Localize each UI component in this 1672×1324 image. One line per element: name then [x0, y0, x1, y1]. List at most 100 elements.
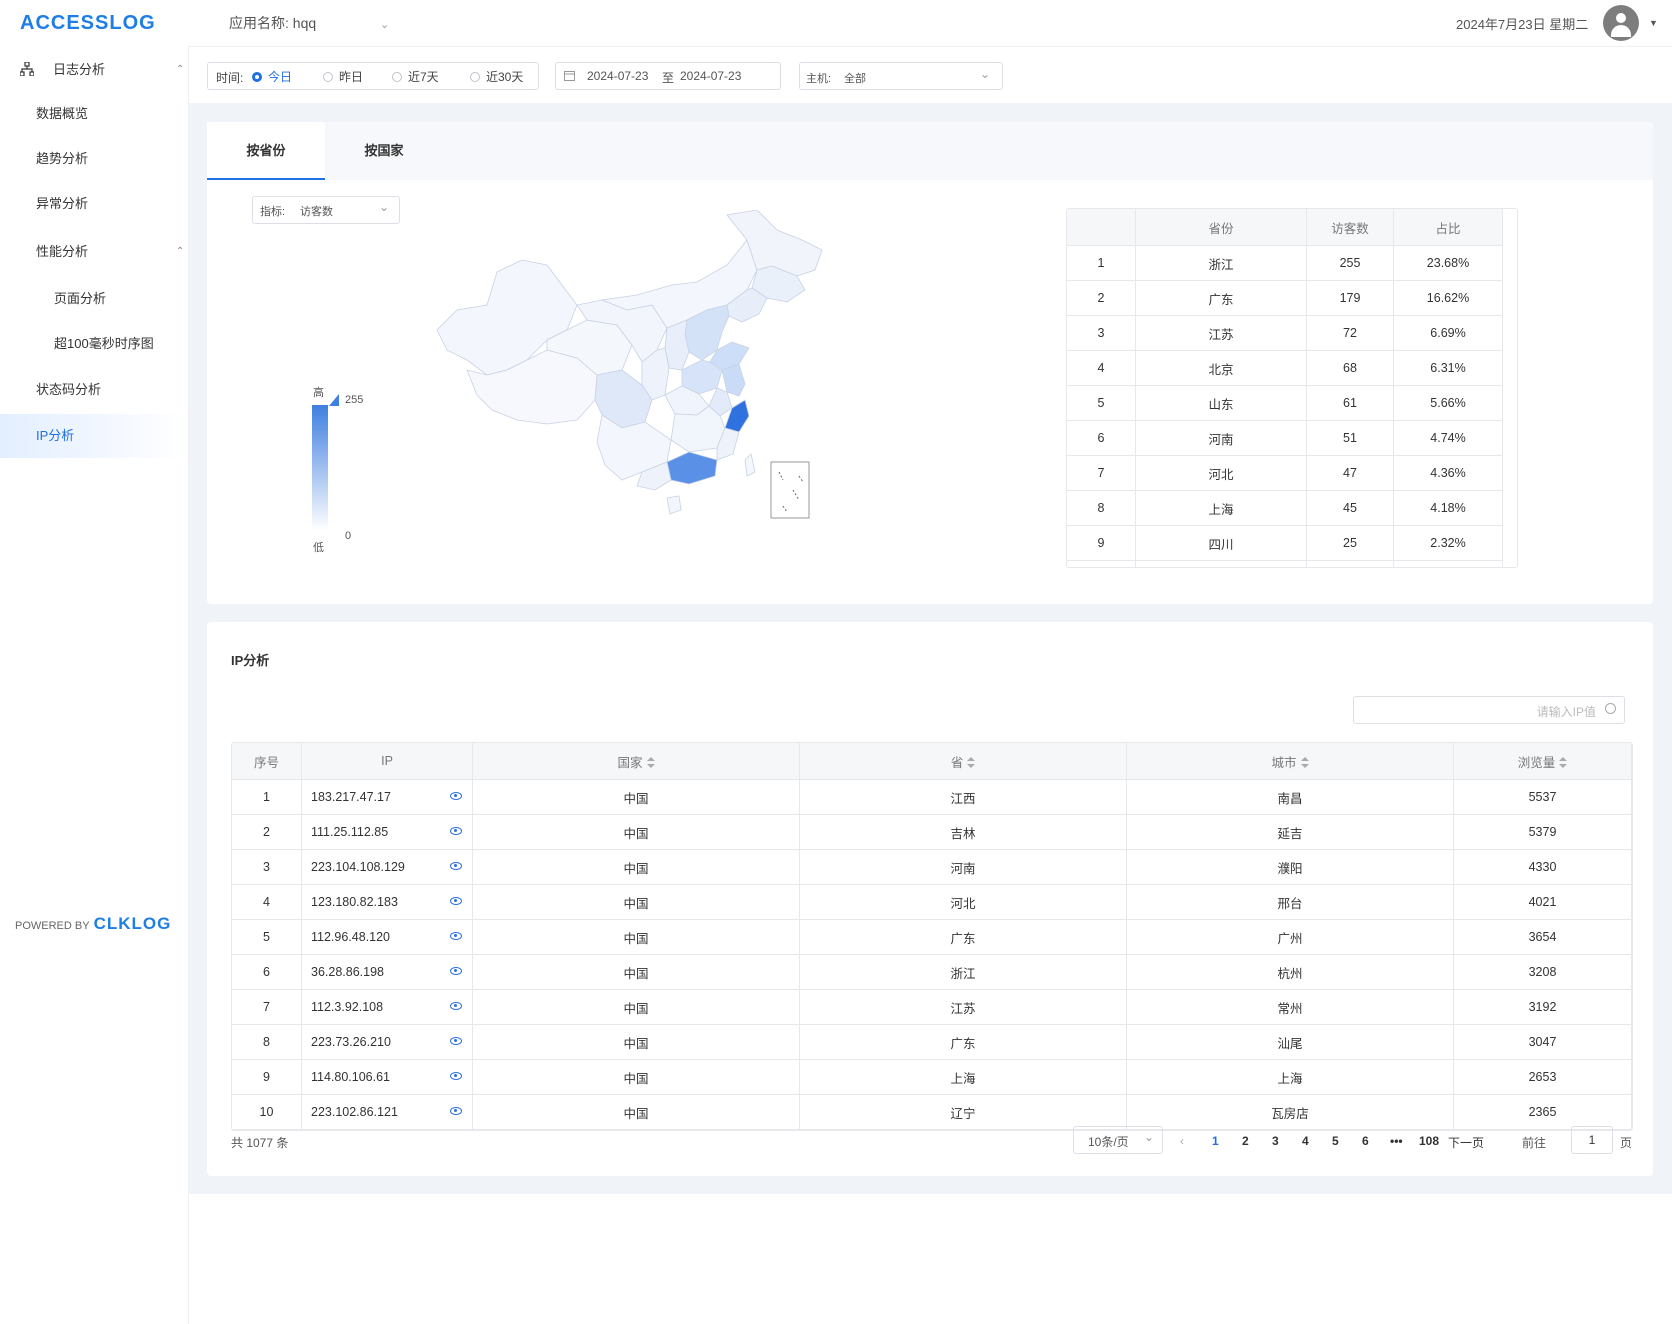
sidebar-group-label: 日志分析 — [53, 62, 106, 77]
app-selector[interactable]: 应用名称: hqq ⌄ — [229, 13, 389, 33]
table-row[interactable]: 9 114.80.106.61 中国 上海 上海 2653 — [232, 1059, 1632, 1095]
tab-by-country[interactable]: 按国家 — [325, 122, 443, 180]
table-row: 4 北京 68 6.31% — [1067, 350, 1503, 386]
china-map[interactable] — [427, 210, 847, 538]
legend-low-label: 低 — [313, 542, 324, 554]
visitors-cell: 51 — [1306, 420, 1394, 456]
radio-yesterday[interactable]: 昨日 — [323, 68, 363, 85]
sidebar-item-page-analysis[interactable]: 页面分析 — [0, 277, 188, 321]
sidebar-item-anomaly[interactable]: 异常分析 — [0, 182, 188, 226]
eye-icon[interactable] — [450, 897, 462, 905]
ip-search-input[interactable]: 请输入IP值 — [1353, 696, 1625, 724]
caret-down-icon[interactable]: ▼ — [1649, 18, 1658, 28]
page-3[interactable]: 3 — [1272, 1134, 1279, 1148]
host-label: 主机: — [806, 73, 832, 85]
date-separator: 至 — [662, 71, 675, 85]
page-ellipsis[interactable]: ••• — [1390, 1134, 1403, 1148]
clklog-logo[interactable]: CLKLOG — [94, 914, 172, 933]
ip-cell: 223.104.108.129 — [301, 849, 473, 885]
sort-icon[interactable] — [967, 757, 976, 769]
table-row[interactable]: 4 123.180.82.183 中国 河北 邢台 4021 — [232, 884, 1632, 920]
goto-page-input[interactable]: 1 — [1571, 1126, 1613, 1154]
legend-handle-high[interactable] — [329, 394, 339, 406]
province-cell: 广东 — [1135, 280, 1307, 316]
table-row[interactable]: 1 183.217.47.17 中国 江西 南昌 5537 — [232, 779, 1632, 815]
page-108[interactable]: 108 — [1419, 1134, 1439, 1148]
eye-icon[interactable] — [450, 827, 462, 835]
col-pageviews[interactable]: 浏览量 — [1453, 743, 1632, 780]
col-country[interactable]: 国家 — [472, 743, 800, 780]
sidebar-item-status-code[interactable]: 状态码分析 — [0, 368, 188, 412]
sidebar-item-trend[interactable]: 趋势分析 — [0, 137, 188, 181]
tab-by-province[interactable]: 按省份 — [207, 122, 325, 180]
prev-page-button[interactable]: ‹ — [1180, 1134, 1184, 1148]
eye-icon[interactable] — [450, 932, 462, 940]
ip-cell: 223.73.26.210 — [301, 1024, 473, 1060]
eye-icon[interactable] — [450, 967, 462, 975]
table-row[interactable]: 8 223.73.26.210 中国 广东 汕尾 3047 — [232, 1024, 1632, 1060]
ip-table: 序号 IP 国家 省 城市 浏览量 1 183.217.47.17 中国 江西 南昌 55… — [231, 742, 1633, 1131]
radio-today[interactable]: 今日 — [252, 68, 292, 85]
page-5[interactable]: 5 — [1332, 1134, 1339, 1148]
table-row[interactable]: 10 223.102.86.121 中国 辽宁 瓦房店 2365 — [232, 1094, 1632, 1130]
city-cell: 杭州 — [1126, 954, 1454, 990]
search-icon[interactable] — [1605, 703, 1616, 714]
rank-cell: 5 — [1067, 385, 1136, 421]
province-cell: 上海 — [799, 1059, 1127, 1095]
sidebar-group-log-analysis[interactable]: 日志分析 ⌃ — [0, 48, 188, 92]
sort-icon[interactable] — [1300, 757, 1309, 769]
table-row[interactable]: 7 112.3.92.108 中国 江苏 常州 3192 — [232, 989, 1632, 1025]
eye-icon[interactable] — [450, 862, 462, 870]
col-province[interactable]: 省 — [799, 743, 1127, 780]
sidebar-item-ip-analysis[interactable]: IP分析 — [0, 414, 188, 458]
metric-label: 指标: — [260, 206, 286, 218]
ratio-cell: 2.32% — [1393, 525, 1503, 561]
eye-icon[interactable] — [450, 1107, 462, 1115]
page-1[interactable]: 1 — [1212, 1134, 1219, 1148]
app-logo[interactable]: ACCESSLOG — [20, 12, 156, 35]
col-city[interactable]: 城市 — [1126, 743, 1454, 780]
host-select[interactable]: 主机: 全部 ⌄ — [799, 62, 1003, 90]
sidebar-item-overview[interactable]: 数据概览 — [0, 92, 188, 136]
ip-address: 183.217.47.17 — [311, 790, 391, 804]
eye-icon[interactable] — [450, 1002, 462, 1010]
rank-cell: 7 — [1067, 455, 1136, 491]
pageviews-cell: 5537 — [1453, 779, 1632, 815]
legend-high-label: 高 — [313, 387, 324, 399]
radio-last-7-days[interactable]: 近7天 — [392, 68, 439, 85]
index-cell: 5 — [232, 919, 302, 955]
page-2[interactable]: 2 — [1242, 1134, 1249, 1148]
geo-card: 按省份 按国家 指标: 访客数 ⌄ 高 255 0 低 省份 访客数 占比 1 … — [207, 122, 1653, 604]
eye-icon[interactable] — [450, 792, 462, 800]
ip-cell: 114.80.106.61 — [301, 1059, 473, 1095]
table-row[interactable]: 3 223.104.108.129 中国 河南 濮阳 4330 — [232, 849, 1632, 885]
ratio-cell: 4.18% — [1393, 490, 1503, 526]
ratio-cell: 5.66% — [1393, 385, 1503, 421]
visitors-cell: 72 — [1306, 315, 1394, 351]
sort-icon[interactable] — [1559, 757, 1568, 769]
date-range-picker[interactable]: 2024-07-23 至 2024-07-23 — [555, 62, 781, 90]
table-row[interactable]: 6 36.28.86.198 中国 浙江 杭州 3208 — [232, 954, 1632, 990]
sidebar-item-100ms-timeline[interactable]: 超100毫秒时序图 — [0, 322, 188, 366]
metric-select[interactable]: 指标: 访客数 ⌄ — [252, 196, 400, 224]
legend-min-value: 0 — [345, 530, 352, 542]
avatar[interactable] — [1603, 5, 1639, 41]
eye-icon[interactable] — [450, 1037, 462, 1045]
page-4[interactable]: 4 — [1302, 1134, 1309, 1148]
sort-icon[interactable] — [646, 757, 655, 769]
table-row[interactable]: 5 112.96.48.120 中国 广东 广州 3654 — [232, 919, 1632, 955]
country-cell: 中国 — [472, 1059, 800, 1095]
calendar-icon — [564, 71, 575, 81]
city-cell: 瓦房店 — [1126, 1094, 1454, 1130]
pageviews-cell: 4330 — [1453, 849, 1632, 885]
sidebar-item-performance[interactable]: 性能分析 ⌃ — [0, 230, 188, 274]
radio-last-30-days[interactable]: 近30天 — [470, 68, 523, 85]
ip-cell: 111.25.112.85 — [301, 814, 473, 850]
next-page-button[interactable]: 下一页 — [1448, 1134, 1484, 1151]
page-size-select[interactable]: 10条/页 ⌄ — [1073, 1126, 1163, 1154]
visitors-cell: 61 — [1306, 385, 1394, 421]
ip-address: 36.28.86.198 — [311, 965, 384, 979]
table-row[interactable]: 2 111.25.112.85 中国 吉林 延吉 5379 — [232, 814, 1632, 850]
eye-icon[interactable] — [450, 1072, 462, 1080]
page-6[interactable]: 6 — [1362, 1134, 1369, 1148]
